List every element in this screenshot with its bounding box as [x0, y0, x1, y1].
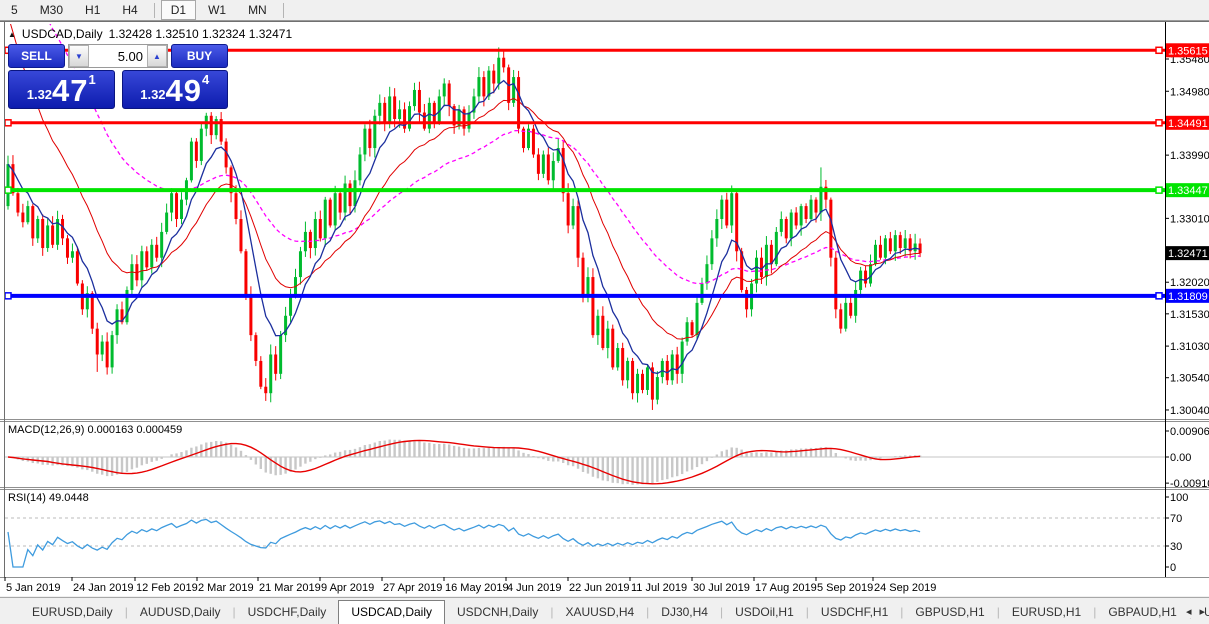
- timeframe-H4[interactable]: H4: [112, 0, 147, 20]
- svg-text:1.30040: 1.30040: [1170, 405, 1209, 417]
- volume-decrease-button[interactable]: ▼: [69, 45, 89, 67]
- svg-text:0.009062: 0.009062: [1170, 426, 1209, 438]
- buy-price-pip: 4: [202, 72, 209, 87]
- svg-text:30: 30: [1170, 541, 1182, 553]
- buy-price-main: 49: [166, 76, 202, 106]
- chart-window: 1.354801.349801.339901.330101.320201.315…: [0, 21, 1209, 596]
- symbol-period-label: USDCAD,Daily: [22, 27, 103, 41]
- volume-input[interactable]: [89, 45, 147, 67]
- svg-text:21 Mar 2019: 21 Mar 2019: [259, 582, 321, 594]
- toolbar-separator: [283, 3, 284, 18]
- sell-price-pip: 1: [89, 72, 96, 87]
- tab-scroll-right-icon[interactable]: ▸: [1199, 605, 1205, 618]
- svg-text:30 Jul 2019: 30 Jul 2019: [693, 582, 750, 594]
- tab-usdcnh-daily[interactable]: USDCNH,Daily: [445, 601, 550, 624]
- svg-text:12 Feb 2019: 12 Feb 2019: [136, 582, 198, 594]
- tab-scroll-arrows: ◂ ▸: [1180, 605, 1205, 618]
- svg-text:1.31030: 1.31030: [1170, 341, 1209, 353]
- svg-text:-0.009107: -0.009107: [1170, 478, 1209, 490]
- tab-usdchf-h1[interactable]: USDCHF,H1: [809, 601, 900, 624]
- timeframe-D1[interactable]: D1: [161, 0, 196, 20]
- svg-text:70: 70: [1170, 513, 1182, 525]
- svg-text:1.34491: 1.34491: [1168, 118, 1208, 130]
- timeframe-H1[interactable]: H1: [75, 0, 110, 20]
- timeframe-M30[interactable]: M30: [30, 0, 73, 20]
- svg-text:1.34980: 1.34980: [1170, 86, 1209, 98]
- tab-eurusd-daily[interactable]: EURUSD,Daily: [20, 601, 125, 624]
- tab-gbpaud-h1[interactable]: GBPAUD,H1: [1096, 601, 1188, 624]
- svg-text:1.33447: 1.33447: [1168, 185, 1208, 197]
- tab-usdchf-daily[interactable]: USDCHF,Daily: [236, 601, 339, 624]
- sell-button[interactable]: SELL: [8, 44, 65, 68]
- toolbar-separator: [154, 3, 155, 18]
- svg-text:1.33010: 1.33010: [1170, 213, 1209, 225]
- ohlc-values: 1.32428 1.32510 1.32324 1.32471: [109, 27, 293, 41]
- volume-increase-button[interactable]: ▲: [147, 45, 167, 67]
- tab-scroll-left-icon[interactable]: ◂: [1186, 605, 1192, 618]
- rsi-pane-layer: [5, 518, 1165, 567]
- tab-eurusd-h1[interactable]: EURUSD,H1: [1000, 601, 1093, 624]
- buy-price-prefix: 1.32: [140, 87, 165, 102]
- rsi-label: RSI(14) 49.0448: [8, 492, 89, 504]
- one-click-trade-panel: SELL ▼ ▲ BUY 1.32 47 1 1.32 49 4: [8, 44, 228, 109]
- svg-text:22 Jun 2019: 22 Jun 2019: [569, 582, 630, 594]
- svg-text:16 May 2019: 16 May 2019: [445, 582, 509, 594]
- chart-title: ▲ USDCAD,Daily 1.32428 1.32510 1.32324 1…: [8, 27, 292, 41]
- svg-text:0: 0: [1170, 562, 1176, 574]
- svg-text:1.32471: 1.32471: [1168, 248, 1208, 260]
- svg-text:1.31530: 1.31530: [1170, 309, 1209, 321]
- timeframe-MN[interactable]: MN: [238, 0, 277, 20]
- collapse-arrow-icon[interactable]: ▲: [8, 30, 16, 39]
- svg-text:5 Jan 2019: 5 Jan 2019: [6, 582, 60, 594]
- sell-price-prefix: 1.32: [27, 87, 52, 102]
- sell-price-button[interactable]: 1.32 47 1: [8, 70, 115, 109]
- svg-text:1.35615: 1.35615: [1168, 45, 1208, 57]
- svg-text:0.00: 0.00: [1170, 452, 1191, 464]
- svg-text:24 Sep 2019: 24 Sep 2019: [874, 582, 936, 594]
- tab-audusd-daily[interactable]: AUDUSD,Daily: [128, 601, 233, 624]
- svg-text:4 Jun 2019: 4 Jun 2019: [507, 582, 561, 594]
- svg-text:2 Mar 2019: 2 Mar 2019: [198, 582, 254, 594]
- tab-usdoil-h1[interactable]: USDOil,H1: [723, 601, 806, 624]
- tab-xauusd-h4[interactable]: XAUUSD,H4: [553, 601, 646, 624]
- tab-usdcad-daily[interactable]: USDCAD,Daily: [338, 600, 445, 624]
- timeframe-W1[interactable]: W1: [198, 0, 236, 20]
- svg-text:1.33990: 1.33990: [1170, 150, 1209, 162]
- buy-price-button[interactable]: 1.32 49 4: [122, 70, 229, 109]
- svg-text:5 Sep 2019: 5 Sep 2019: [817, 582, 873, 594]
- svg-text:100: 100: [1170, 492, 1188, 504]
- sell-price-main: 47: [52, 76, 88, 106]
- svg-text:1.30540: 1.30540: [1170, 373, 1209, 385]
- macd-pane-layer: [5, 440, 1165, 485]
- buy-button[interactable]: BUY: [171, 44, 228, 68]
- svg-text:9 Apr 2019: 9 Apr 2019: [321, 582, 374, 594]
- volume-control: ▼ ▲: [68, 44, 168, 68]
- macd-label: MACD(12,26,9) 0.000163 0.000459: [8, 424, 182, 436]
- symbol-tab-bar: EURUSD,Daily|AUDUSD,Daily|USDCHF,DailyUS…: [0, 597, 1209, 624]
- svg-text:17 Aug 2019: 17 Aug 2019: [755, 582, 817, 594]
- svg-text:1.32020: 1.32020: [1170, 277, 1209, 289]
- svg-text:11 Jul 2019: 11 Jul 2019: [631, 582, 687, 594]
- tab-dj30-h4[interactable]: DJ30,H4: [649, 601, 720, 624]
- tab-gbpusd-h1[interactable]: GBPUSD,H1: [903, 601, 996, 624]
- svg-text:1.31809: 1.31809: [1168, 291, 1208, 303]
- svg-text:24 Jan 2019: 24 Jan 2019: [73, 582, 134, 594]
- svg-text:27 Apr 2019: 27 Apr 2019: [383, 582, 442, 594]
- timeframe-toolbar: 5M30H1H4 D1W1MN: [0, 0, 1209, 21]
- timeframe-5[interactable]: 5: [1, 0, 28, 20]
